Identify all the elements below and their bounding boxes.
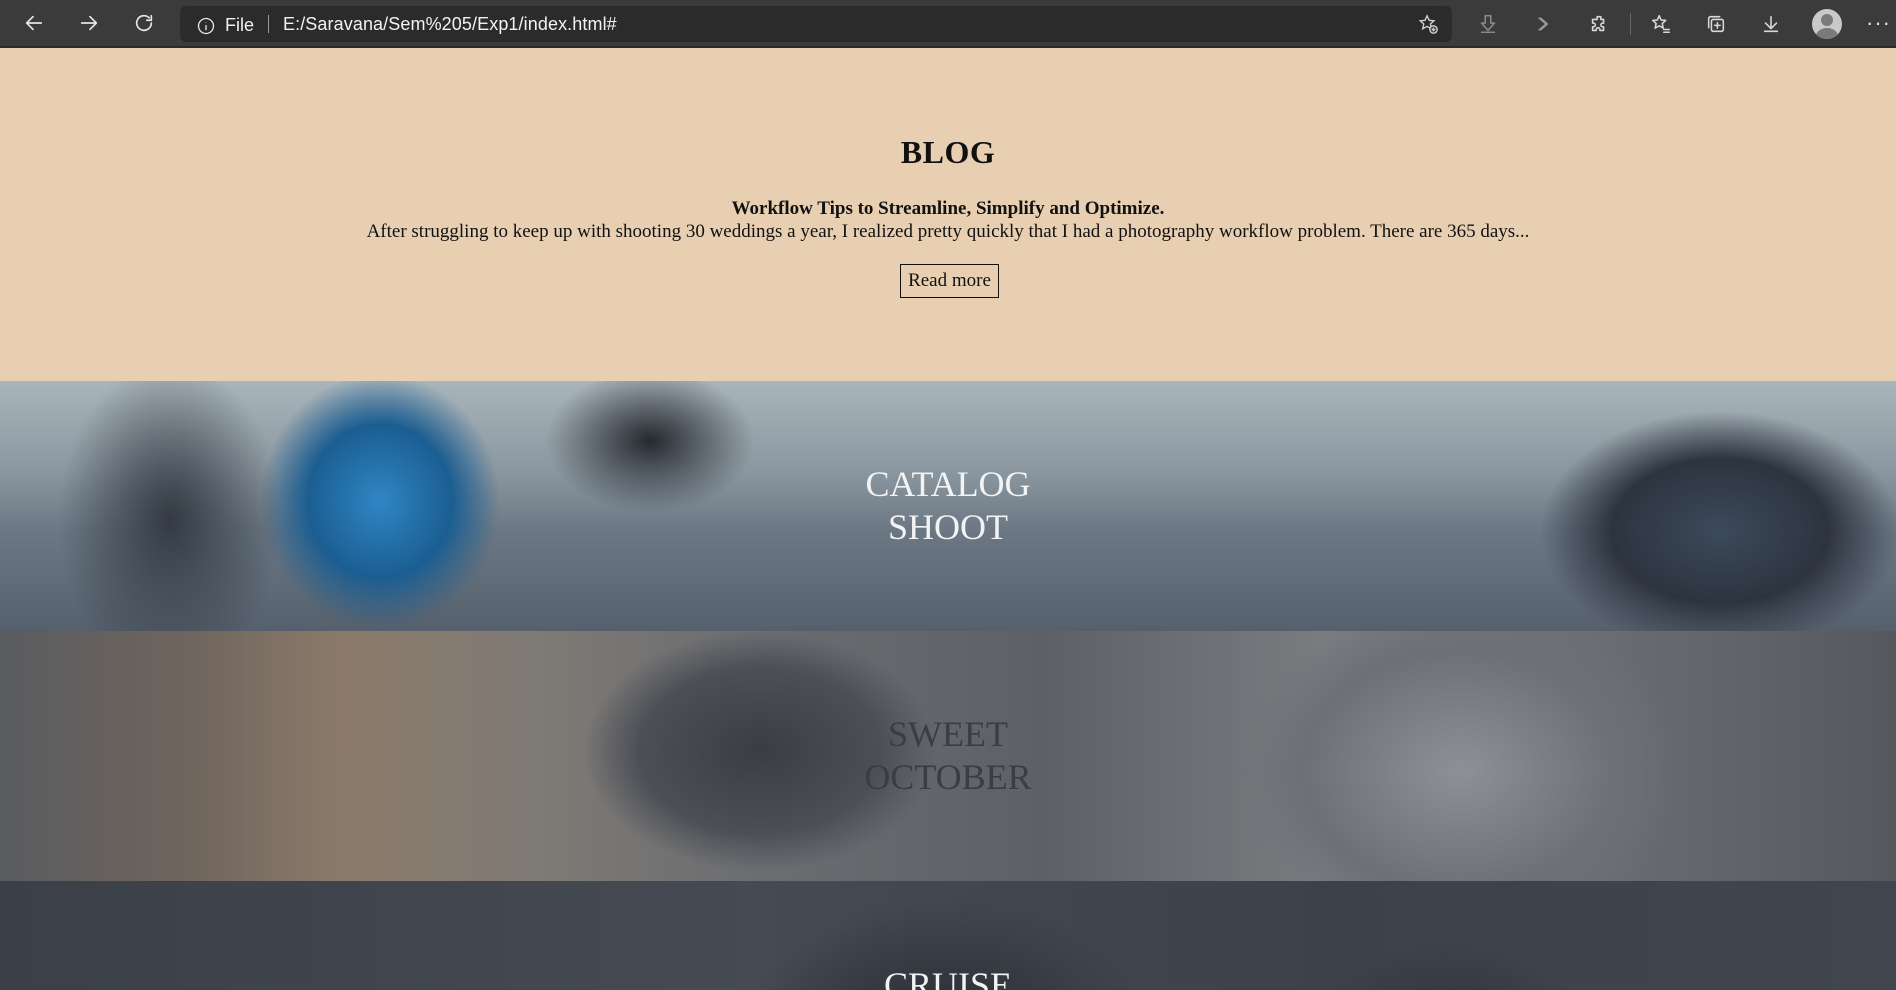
- catalog-shoot-banner[interactable]: CATALOG SHOOT: [0, 381, 1896, 631]
- cruise-banner[interactable]: CRUISE: [0, 881, 1896, 990]
- banner-title: CATALOG SHOOT: [0, 463, 1896, 549]
- site-info-button[interactable]: File: [196, 15, 254, 36]
- back-button[interactable]: [17, 6, 51, 40]
- browser-toolbar: File E:/Saravana/Sem%205/Exp1/index.html…: [0, 0, 1896, 48]
- sweet-october-banner[interactable]: SWEET OCTOBER: [0, 631, 1896, 881]
- downloads-icon[interactable]: [1755, 8, 1787, 40]
- blog-section: BLOG Workflow Tips to Streamline, Simpli…: [0, 48, 1896, 381]
- arrow-right-icon: [80, 15, 98, 31]
- read-more-button[interactable]: Read more: [900, 264, 999, 298]
- banner-title-line-2: OCTOBER: [864, 757, 1032, 797]
- collections-icon[interactable]: [1700, 8, 1732, 40]
- banner-title: SWEET OCTOBER: [0, 713, 1896, 799]
- extensions-icon[interactable]: [1583, 8, 1615, 40]
- toolbar-divider: [1630, 13, 1631, 35]
- post-excerpt: After struggling to keep up with shootin…: [366, 221, 1530, 242]
- blog-title: BLOG: [900, 134, 996, 170]
- profile-avatar[interactable]: [1812, 9, 1842, 39]
- url-text[interactable]: E:/Saravana/Sem%205/Exp1/index.html#: [283, 14, 617, 35]
- banner-title-line-1: SWEET: [888, 714, 1008, 754]
- url-separator: [268, 15, 269, 33]
- more-options-icon[interactable]: ···: [1866, 10, 1891, 36]
- play-chevron-icon[interactable]: [1527, 8, 1559, 40]
- arrow-left-icon: [25, 15, 43, 31]
- address-bar[interactable]: File E:/Saravana/Sem%205/Exp1/index.html…: [180, 6, 1452, 42]
- refresh-icon: [135, 14, 153, 32]
- banner-title-line-2: SHOOT: [887, 507, 1008, 547]
- download-arrow-icon[interactable]: [1472, 8, 1504, 40]
- add-favorite-icon[interactable]: [1416, 12, 1440, 36]
- info-circle-icon: [197, 17, 215, 34]
- refresh-button[interactable]: [127, 6, 161, 40]
- banner-title: CRUISE: [0, 964, 1896, 990]
- site-label: File: [225, 15, 255, 35]
- banner-title-line-1: CATALOG: [865, 464, 1031, 504]
- banner-title-line-1: CRUISE: [883, 965, 1013, 990]
- post-title: Workflow Tips to Streamline, Simplify an…: [731, 198, 1165, 219]
- forward-button[interactable]: [72, 6, 106, 40]
- favorites-icon[interactable]: [1645, 8, 1677, 40]
